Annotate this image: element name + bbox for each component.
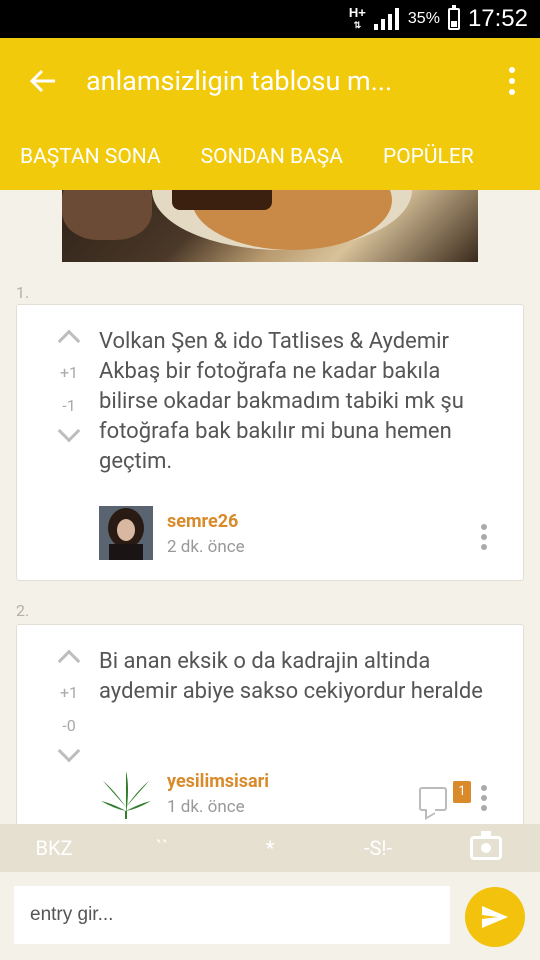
bkz-button[interactable]: BKZ — [0, 836, 108, 860]
vertical-dots-icon[interactable] — [484, 67, 540, 95]
network-type: H+ — [348, 5, 366, 20]
upvote-icon[interactable] — [57, 329, 81, 353]
network-indicator: H+ ⇅ — [348, 5, 366, 31]
camera-button[interactable] — [432, 831, 540, 860]
data-arrows-icon: ⇅ — [353, 20, 362, 30]
entry-card: +1 -0 Bi anan eksik o da kadrajin altind… — [16, 624, 524, 854]
clock: 17:52 — [467, 5, 528, 32]
arrow-left-icon[interactable] — [0, 38, 86, 124]
format-toolbar: BKZ `` * -S!- — [0, 824, 540, 872]
camera-icon — [470, 831, 502, 860]
downvote-count: -0 — [62, 716, 76, 735]
entry-time: 1 dk. önce — [167, 797, 245, 817]
entry-text: Volkan Şen & ido Tatlises & Aydemir Akba… — [99, 329, 464, 474]
send-icon — [482, 906, 508, 928]
avatar[interactable] — [99, 767, 153, 821]
more-options-icon[interactable] — [481, 524, 487, 550]
backtick-button[interactable]: `` — [108, 836, 216, 860]
upvote-count: +1 — [59, 363, 79, 382]
tab-populer[interactable]: POPÜLER — [363, 145, 494, 169]
app-bar: anlamsizligin tablosu m... BAŞTAN SONA S… — [0, 38, 540, 190]
downvote-icon[interactable] — [57, 419, 81, 443]
downvote-count: -1 — [62, 396, 76, 415]
page-title: anlamsizligin tablosu m... — [86, 65, 393, 97]
entry-time: 2 dk. önce — [167, 537, 245, 557]
vote-panel: +1 -1 — [39, 329, 99, 443]
entry-input[interactable] — [14, 886, 450, 944]
star-button[interactable]: * — [216, 836, 324, 860]
avatar[interactable] — [99, 506, 153, 560]
tab-bastan-sona[interactable]: BAŞTAN SONA — [0, 145, 181, 169]
tab-sondan-basa[interactable]: SONDAN BAŞA — [181, 145, 363, 169]
battery-percent: 35% — [407, 10, 440, 27]
send-button[interactable] — [465, 887, 525, 947]
entry-text: Bi anan eksik o da kadrajin altinda ayde… — [99, 649, 483, 704]
upvote-count: +1 — [59, 683, 79, 702]
downvote-icon[interactable] — [57, 739, 81, 763]
spoiler-button[interactable]: -S!- — [324, 836, 432, 860]
author-name[interactable]: yesilimsisari — [167, 771, 269, 792]
status-bar: H+ ⇅ 35% 17:52 — [0, 0, 540, 38]
entry-card: +1 -1 Volkan Şen & ido Tatlises & Aydemi… — [16, 304, 524, 581]
entry-photo[interactable] — [62, 190, 478, 262]
author-name[interactable]: semre26 — [167, 511, 238, 532]
upvote-icon[interactable] — [57, 649, 81, 673]
signal-icon — [373, 8, 399, 30]
composer — [0, 872, 540, 960]
tab-bar: BAŞTAN SONA SONDAN BAŞA POPÜLER — [0, 124, 540, 190]
entry-number: 2. — [16, 601, 30, 620]
comment-count-badge: 1 — [453, 781, 471, 803]
entry-number: 1. — [16, 283, 30, 302]
comment-icon[interactable] — [419, 787, 447, 811]
battery-icon — [447, 5, 460, 30]
vote-panel: +1 -0 — [39, 649, 99, 763]
more-options-icon[interactable] — [481, 785, 487, 811]
